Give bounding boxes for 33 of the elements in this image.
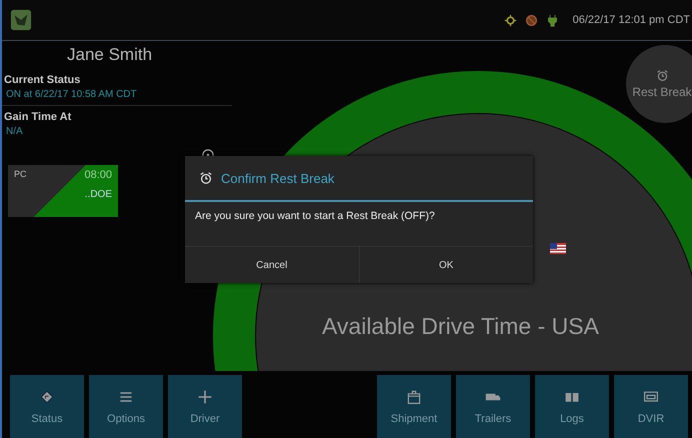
current-status-value: ON at 6/22/17 10:58 AM CDT — [6, 89, 138, 100]
gain-time-label: Gain Time At — [4, 111, 72, 123]
nav-button[interactable]: DVIR — [614, 375, 688, 438]
nav-button[interactable]: Driver — [168, 375, 242, 438]
gauge-caption: Available Drive Time - USA — [322, 313, 599, 340]
dialog-message: Are you sure you want to start a Rest Break (OFF)? — [194, 209, 436, 222]
card-time: 08:00 — [84, 169, 112, 181]
dialog-title: Confirm Rest Break — [221, 170, 334, 186]
date-time: 06/22/17 12:01 pm CDT — [572, 14, 690, 26]
rest-break-button[interactable]: Rest Break — [626, 45, 692, 123]
card-driver: ..DOE — [84, 189, 112, 200]
screen-icon — [643, 388, 659, 404]
app-logo-icon[interactable] — [10, 9, 32, 31]
dialog-button[interactable]: Cancel — [185, 247, 358, 283]
card-status: PC — [14, 169, 27, 179]
alarm-clock-icon — [199, 171, 213, 185]
nav-button[interactable]: Logs — [535, 375, 609, 438]
dialog-button[interactable]: OK — [358, 247, 533, 283]
nav-button[interactable]: Trailers — [456, 375, 530, 438]
current-status-label: Current Status — [4, 74, 82, 86]
gps-icon — [504, 14, 517, 26]
alarm-clock-icon — [656, 68, 668, 82]
nav-button[interactable]: Options — [89, 375, 163, 438]
diamond-icon — [39, 388, 55, 404]
nav-button[interactable]: Shipment — [377, 375, 451, 438]
flag-icon — [550, 243, 566, 254]
box-icon — [406, 388, 422, 404]
nav-button[interactable]: Status — [10, 375, 84, 438]
plug-icon — [546, 14, 559, 26]
driver-name: Jane Smith — [67, 45, 154, 65]
plus-icon — [197, 388, 213, 404]
gain-time-value: N/A — [6, 126, 24, 137]
status-card[interactable]: PC 08:00 ..DOE — [8, 165, 118, 217]
